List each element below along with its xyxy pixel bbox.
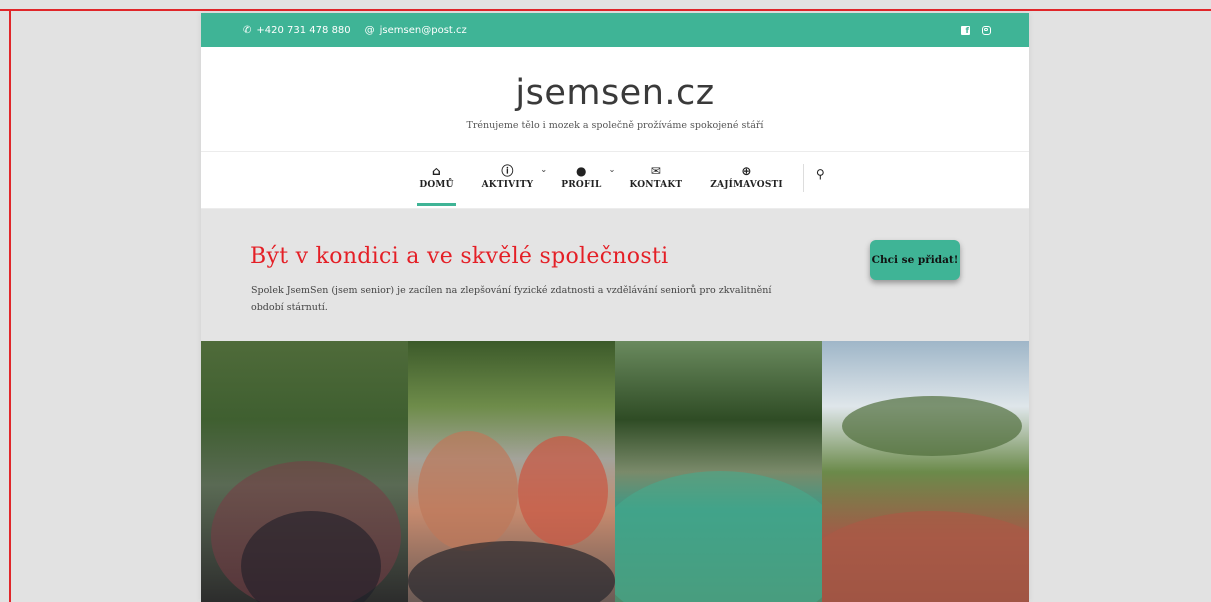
site-header: jsemsen.cz Trénujeme tělo i mozek a spol… [201, 47, 1029, 152]
search-icon: ⚲ [815, 167, 825, 181]
phone-number: +420 731 478 880 [256, 24, 351, 36]
chevron-down-icon: ⌄ [540, 165, 548, 174]
nav-item-domu[interactable]: ⌂ DOMŮ [417, 152, 456, 206]
phone-link[interactable]: ✆ +420 731 478 880 [243, 25, 351, 36]
main-navigation: ⌂ DOMŮ ⓘ AKTIVITY ⌄ ● PROFIL ⌄ ✉ KONTAKT… [201, 152, 1029, 209]
nav-label-zajimavosti: ZAJÍMAVOSTI [710, 180, 783, 190]
chevron-down-icon: ⌄ [608, 165, 616, 174]
page-container: ✆ +420 731 478 880 @ jsemsen@post.cz f j… [201, 13, 1029, 602]
search-button[interactable]: ⚲ [816, 152, 825, 181]
pool-photo-image[interactable] [615, 341, 822, 602]
nav-item-kontakt[interactable]: ✉ KONTAKT [629, 152, 682, 190]
hero-section: Být v kondici a ve skvělé společnosti Sp… [201, 209, 1029, 341]
email-link[interactable]: @ jsemsen@post.cz [365, 25, 467, 36]
plus-circle-icon: ⊕ [741, 164, 752, 178]
frame-left-border [9, 9, 11, 602]
envelope-icon: ✉ [650, 164, 661, 178]
at-icon: @ [364, 24, 375, 36]
nav-item-aktivity[interactable]: ⓘ AKTIVITY ⌄ [481, 152, 547, 190]
nav-label-domu: DOMŮ [419, 180, 454, 190]
phone-icon: ✆ [243, 24, 252, 36]
site-tagline: Trénujeme tělo i mozek a společně prožív… [466, 120, 764, 131]
friends-photo-image[interactable] [408, 341, 615, 602]
nav-label-profil: PROFIL [561, 180, 602, 190]
instagram-icon[interactable] [982, 25, 991, 35]
info-icon: ⓘ [501, 164, 514, 178]
frame-top-border [0, 9, 1211, 11]
site-title[interactable]: jsemsen.cz [201, 47, 1029, 113]
hero-description: Spolek JsemSen (jsem senior) je zacílen … [251, 285, 772, 313]
user-icon: ● [576, 164, 587, 178]
nav-label-kontakt: KONTAKT [629, 180, 683, 190]
top-contact-bar: ✆ +420 731 478 880 @ jsemsen@post.cz f [201, 13, 1029, 47]
home-icon: ⌂ [432, 164, 441, 178]
outdoor-exercise-photo-image[interactable] [822, 341, 1029, 602]
email-address: jsemsen@post.cz [379, 24, 467, 36]
social-links: f [961, 25, 991, 35]
join-button[interactable]: Chci se přidat! [870, 240, 960, 280]
nav-item-zajimavosti[interactable]: ⊕ ZAJÍMAVOSTI [710, 152, 783, 190]
facebook-icon[interactable]: f [961, 25, 970, 35]
nav-item-profil[interactable]: ● PROFIL ⌄ [561, 152, 615, 190]
hero-heading: Být v kondici a ve skvělé společnosti [250, 244, 669, 269]
group-photo-image[interactable] [201, 341, 408, 602]
photo-strip [201, 341, 1029, 602]
nav-divider [802, 164, 804, 192]
nav-label-aktivity: AKTIVITY [481, 180, 534, 190]
